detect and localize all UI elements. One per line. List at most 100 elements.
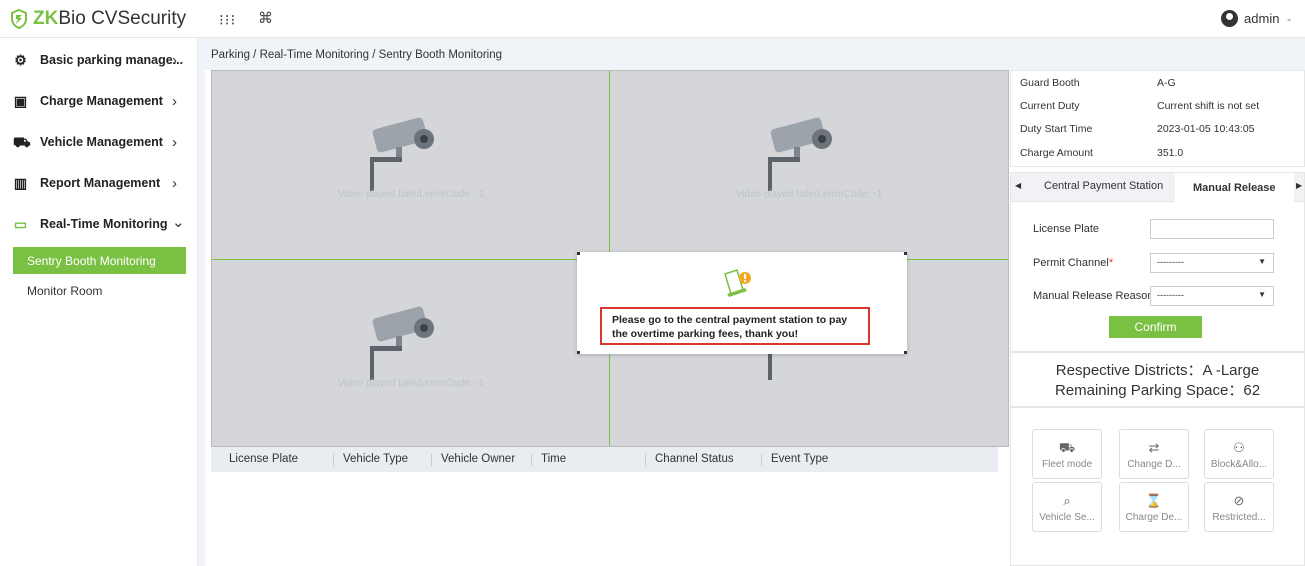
report-icon: ▥ <box>13 174 28 191</box>
tab-scroll-right-icon[interactable]: ▶ <box>1296 181 1302 190</box>
restricted-button[interactable]: ⊘ Restricted... <box>1204 482 1274 532</box>
column-license-plate[interactable]: License Plate <box>229 453 298 465</box>
chevron-right-icon: › <box>172 51 177 69</box>
info-key: Charge Amount <box>1020 147 1093 159</box>
action-label: Fleet mode <box>1041 459 1093 470</box>
event-table-header: License Plate Vehicle Type Vehicle Owner… <box>211 447 998 472</box>
sidebar-subitem-sentry-booth[interactable]: Sentry Booth Monitoring <box>13 247 186 274</box>
district-name: Respective Districts：A -Large <box>1055 362 1260 379</box>
license-plate-label: License Plate <box>1033 223 1100 235</box>
confirm-button[interactable]: Confirm <box>1109 316 1202 338</box>
column-separator <box>531 454 532 466</box>
chevron-right-icon: › <box>172 133 177 151</box>
change-button[interactable]: ⇄ Change D... <box>1119 429 1189 479</box>
apps-grid-icon[interactable]: ⁝⁝⁝ <box>219 11 236 29</box>
dialog-corner <box>577 252 580 255</box>
block-allow-button[interactable]: ⚇ Block&Allo... <box>1204 429 1274 479</box>
release-reason-select[interactable]: --------- ▼ <box>1150 286 1274 306</box>
column-channel-status[interactable]: Channel Status <box>655 453 734 465</box>
video-pane-1[interactable]: Video played failed,errorCode: -1 <box>212 71 610 259</box>
user-avatar-icon <box>1221 10 1239 27</box>
permit-channel-label: Permit Channel* <box>1033 257 1113 269</box>
info-row: Duty Start Time 2023-01-05 10:43:05 <box>1020 123 1300 145</box>
charge-detail-button[interactable]: ⌛ Charge De... <box>1119 482 1189 532</box>
dialog-corner <box>904 351 907 354</box>
tab-central-payment[interactable]: Central Payment Station <box>1044 180 1163 192</box>
info-value: Current shift is not set <box>1157 100 1260 112</box>
sidebar-item-basic-parking[interactable]: ⚙ Basic parking manage... › <box>0 40 198 80</box>
sidebar-item-label: Basic parking manage... <box>40 53 184 67</box>
sidebar-item-label: Vehicle Management <box>40 135 163 149</box>
breadcrumb: Parking / Real-Time Monitoring / Sentry … <box>205 38 1305 70</box>
column-separator <box>645 454 646 466</box>
video-error-text: Video played failed,errorCode: -1 <box>337 189 485 200</box>
sidebar-item-label: Charge Management <box>40 94 163 108</box>
dropdown-arrow-icon: ▼ <box>1258 257 1266 266</box>
command-icon[interactable]: ⌘ <box>258 9 273 27</box>
vehicle-icon: ⛟ <box>13 133 31 150</box>
info-key: Current Duty <box>1020 100 1080 112</box>
change-icon: ⇄ <box>1148 440 1160 455</box>
license-plate-input[interactable] <box>1150 219 1274 239</box>
parking-settings-icon: ⚙ <box>14 51 27 68</box>
restricted-icon: ⊘ <box>1233 493 1245 508</box>
camera-icon <box>370 117 434 191</box>
chevron-right-icon: › <box>172 92 177 110</box>
fleet-mode-button[interactable]: ⛟ Fleet mode <box>1032 429 1102 479</box>
dialog-corner <box>904 252 907 255</box>
action-label: Restricted... <box>1212 512 1266 523</box>
camera-icon <box>768 117 832 191</box>
action-label: Block&Allo... <box>1210 459 1268 470</box>
permit-channel-select[interactable]: --------- ▼ <box>1150 253 1274 273</box>
video-error-text: Video played failed,errorCode: -1 <box>337 378 485 389</box>
permit-channel-label-text: Permit Channel <box>1033 257 1109 269</box>
info-value: 2023-01-05 10:43:05 <box>1157 123 1255 135</box>
booth-info-panel: Guard Booth A-G Current Duty Current shift… <box>1010 70 1305 167</box>
monitor-icon: ▭ <box>13 215 28 232</box>
panel-tabs: ◀ Central Payment Station Manual Release… <box>1010 172 1305 202</box>
sidebar-item-realtime-monitoring[interactable]: ▭ Real-Time Monitoring ⌄ <box>0 204 198 244</box>
sidebar-item-charge[interactable]: ▣ Charge Management › <box>0 81 198 121</box>
video-error-text: Video played failed,errorCode: -1 <box>735 189 883 200</box>
video-pane-3[interactable]: Video played failed,errorCode: -1 <box>212 260 610 448</box>
column-vehicle-type[interactable]: Vehicle Type <box>343 453 408 465</box>
column-vehicle-owner[interactable]: Vehicle Owner <box>441 453 515 465</box>
action-label: Vehicle Se... <box>1039 512 1095 523</box>
chevron-right-icon: › <box>172 174 177 192</box>
info-value: A-G <box>1157 77 1176 89</box>
notice-dialog: Please go to the central payment station… <box>577 252 907 354</box>
tab-scroll-left-icon[interactable]: ◀ <box>1015 181 1021 190</box>
info-row: Current Duty Current shift is not set <box>1020 100 1300 122</box>
block-allow-icon: ⚇ <box>1233 440 1245 455</box>
sidebar-item-label: Report Management <box>40 176 161 190</box>
info-key: Guard Booth <box>1020 77 1080 89</box>
vehicle-search-button[interactable]: ⌕ Vehicle Se... <box>1032 482 1102 532</box>
app-logo[interactable]: ZKBio CVSecurity <box>10 8 186 30</box>
column-separator <box>333 454 334 466</box>
user-menu[interactable]: admin ⌄ <box>1221 10 1293 27</box>
select-value: --------- <box>1157 290 1184 300</box>
column-separator <box>761 454 762 466</box>
logo-suffix: Bio CVSecurity <box>58 8 187 29</box>
charge-icon: ▣ <box>13 92 28 109</box>
top-bar: ZKBio CVSecurity ⁝⁝⁝ ⌘ admin ⌄ <box>0 0 1305 38</box>
sidebar-item-report[interactable]: ▥ Report Management › <box>0 163 198 203</box>
sidebar: ⚙ Basic parking manage... › ▣ Charge Man… <box>0 38 198 566</box>
vehicle-search-icon: ⌕ <box>1063 493 1071 508</box>
sidebar-subitem-monitor-room[interactable]: Monitor Room <box>27 284 102 298</box>
action-buttons-panel: ⛟ Fleet mode ⇄ Change D... ⚇ Block&Allo... … <box>1010 407 1305 566</box>
select-value: --------- <box>1157 257 1184 267</box>
column-time[interactable]: Time <box>541 453 566 465</box>
content-gutter <box>198 38 205 566</box>
camera-icon <box>370 306 434 380</box>
warning-document-icon <box>724 269 751 297</box>
charge-detail-icon: ⌛ <box>1145 493 1163 508</box>
column-event-type[interactable]: Event Type <box>771 453 828 465</box>
tab-manual-release[interactable]: Manual Release <box>1175 173 1294 202</box>
sidebar-item-label: Real-Time Monitoring <box>40 217 168 231</box>
sidebar-item-vehicle[interactable]: ⛟ Vehicle Management › <box>0 122 198 162</box>
video-pane-2[interactable]: Video played failed,errorCode: -1 <box>610 71 1008 259</box>
chevron-down-icon: ⌄ <box>1285 13 1293 23</box>
info-row: Charge Amount 351.0 <box>1020 147 1300 169</box>
logo-prefix: ZK <box>33 8 59 29</box>
